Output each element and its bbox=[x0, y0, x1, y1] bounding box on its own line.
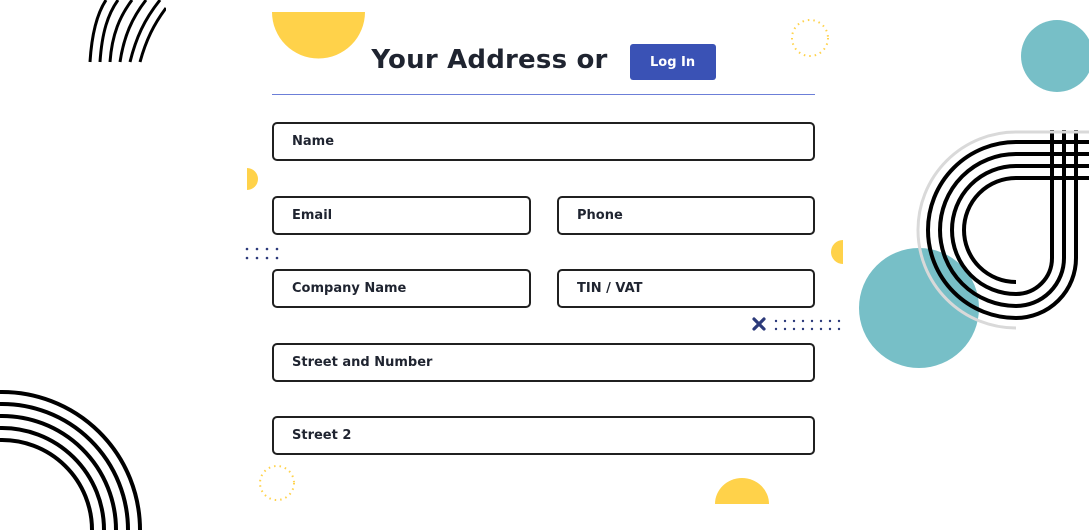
street-field[interactable] bbox=[272, 343, 815, 382]
name-input[interactable] bbox=[290, 133, 813, 150]
phone-field[interactable] bbox=[557, 196, 815, 235]
company-name-input[interactable] bbox=[290, 280, 529, 297]
right-teal-circle-top bbox=[1021, 20, 1089, 92]
company-name-field[interactable] bbox=[272, 269, 531, 308]
form-header: Your Address or Log In bbox=[272, 40, 815, 80]
header-divider bbox=[272, 94, 815, 95]
tin-vat-input[interactable] bbox=[575, 280, 813, 297]
bottom-dotted-circle bbox=[257, 463, 297, 503]
name-field[interactable] bbox=[272, 122, 815, 161]
phone-input[interactable] bbox=[575, 207, 813, 224]
bottom-left-arc-stripes bbox=[0, 386, 150, 530]
email-field[interactable] bbox=[272, 196, 531, 235]
page-title: Your Address or bbox=[371, 45, 608, 75]
street-input[interactable] bbox=[290, 354, 813, 371]
left-dot-grid bbox=[245, 246, 285, 262]
street2-field[interactable] bbox=[272, 416, 815, 455]
close-x-dots bbox=[752, 317, 844, 335]
tin-vat-field[interactable] bbox=[557, 269, 815, 308]
right-yellow-semicircle bbox=[829, 240, 843, 264]
email-input[interactable] bbox=[290, 207, 529, 224]
login-button[interactable]: Log In bbox=[629, 44, 716, 80]
right-striped-loop bbox=[916, 130, 1089, 355]
left-yellow-semicircle bbox=[247, 168, 259, 190]
street2-input[interactable] bbox=[290, 427, 813, 444]
bottom-yellow-half-circle bbox=[715, 478, 769, 504]
top-left-arc-stripes bbox=[86, 0, 166, 64]
